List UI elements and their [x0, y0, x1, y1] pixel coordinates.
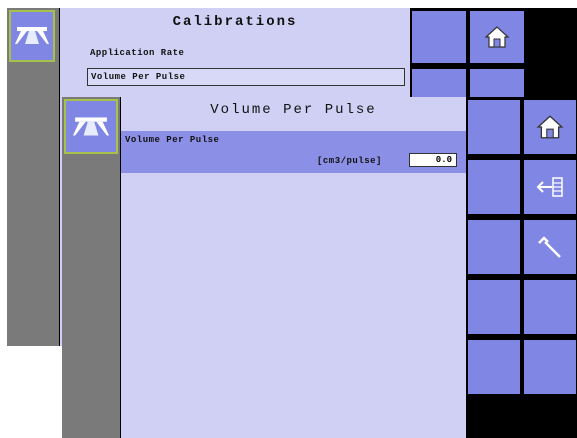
menu-item-label: Volume Per Pulse — [91, 72, 186, 82]
volume-per-pulse-content: Volume Per Pulse Volume Per Pulse [cm3/p… — [121, 97, 466, 438]
soft-key-2[interactable] — [467, 159, 521, 215]
volume-per-pulse-row[interactable]: Volume Per Pulse [cm3/pulse] 0.0 — [121, 131, 466, 173]
home-icon — [536, 115, 564, 139]
wrench-icon — [538, 236, 561, 258]
page-title: Volume Per Pulse — [210, 102, 377, 118]
home-icon — [484, 26, 510, 48]
back-button[interactable] — [523, 159, 577, 215]
tools-button[interactable] — [523, 219, 577, 275]
spray-boom-icon — [15, 27, 49, 44]
soft-key-1[interactable] — [467, 99, 521, 155]
soft-key-7[interactable] — [523, 339, 577, 395]
volume-per-pulse-screen: Volume Per Pulse Volume Per Pulse [cm3/p… — [62, 97, 577, 438]
left-sidebar — [7, 8, 59, 346]
menu-item-volume-per-pulse-selected[interactable]: Volume Per Pulse — [87, 68, 405, 86]
unit-label: [cm3/pulse] — [317, 156, 382, 166]
back-arrow-icon — [536, 177, 563, 197]
home-button[interactable] — [469, 10, 525, 64]
left-sidebar — [62, 97, 120, 438]
soft-key-5[interactable] — [523, 279, 577, 335]
logo-button[interactable] — [64, 99, 118, 154]
back-button[interactable] — [469, 68, 525, 98]
soft-key-3[interactable] — [467, 219, 521, 275]
soft-key-2[interactable] — [411, 68, 467, 98]
page-title: Calibrations — [172, 14, 298, 30]
menu-item-application-rate[interactable]: Application Rate — [90, 48, 184, 58]
logo-button[interactable] — [9, 10, 55, 62]
value-input[interactable]: 0.0 — [409, 153, 457, 167]
field-label: Volume Per Pulse — [125, 135, 220, 145]
home-button[interactable] — [523, 99, 577, 155]
soft-key-4[interactable] — [467, 279, 521, 335]
soft-key-6[interactable] — [467, 339, 521, 395]
spray-boom-icon — [73, 116, 109, 135]
front-soft-keys — [467, 97, 577, 438]
soft-key-1[interactable] — [411, 10, 467, 64]
